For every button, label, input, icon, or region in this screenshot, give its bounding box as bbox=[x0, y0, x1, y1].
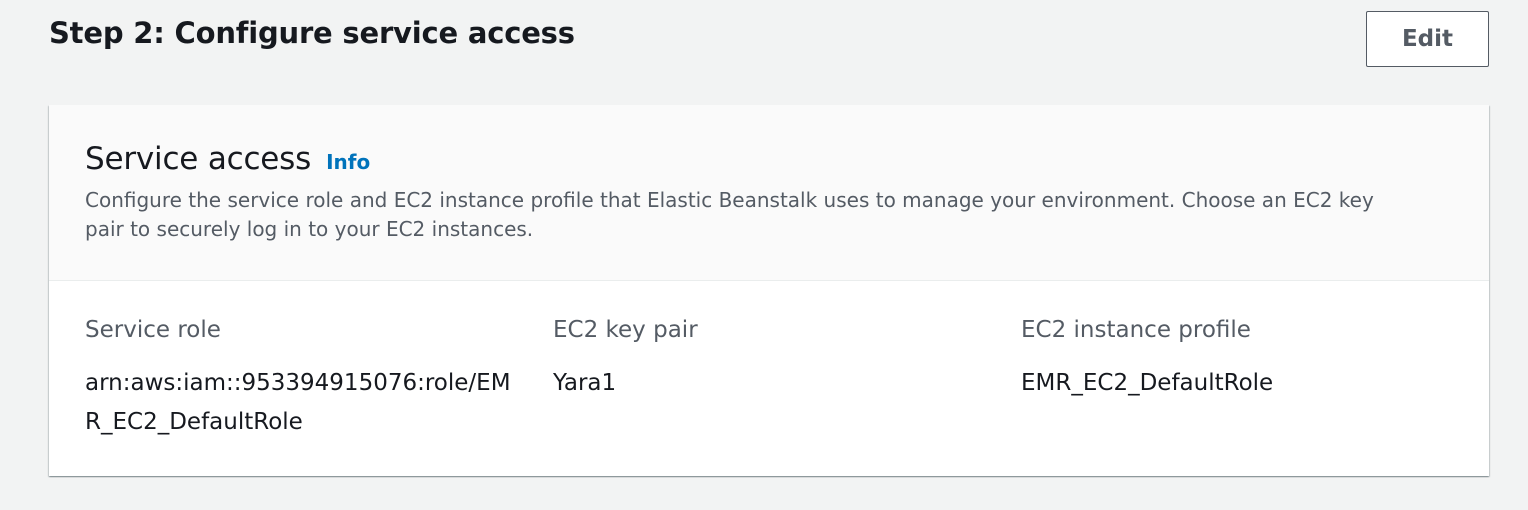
section-description: Configure the service role and EC2 insta… bbox=[85, 188, 1374, 241]
details-grid: Service role arn:aws:iam::953394915076:r… bbox=[85, 314, 1485, 454]
detail-value: arn:aws:iam::953394915076:role/EMR_EC2_D… bbox=[85, 370, 511, 435]
detail-service-role: Service role arn:aws:iam::953394915076:r… bbox=[85, 314, 525, 442]
detail-ec2-key-pair: EC2 key pair Yara1 bbox=[553, 314, 993, 403]
info-link[interactable]: Info bbox=[326, 150, 370, 174]
detail-label: EC2 instance profile bbox=[1021, 317, 1251, 343]
detail-value: EMR_EC2_DefaultRole bbox=[1021, 370, 1274, 396]
step-header: Step 2: Configure service access Edit bbox=[49, 0, 1489, 90]
container-header: Service access Info Configure the servic… bbox=[49, 105, 1489, 281]
service-access-container: Service access Info Configure the servic… bbox=[49, 105, 1489, 476]
detail-value: Yara1 bbox=[553, 370, 617, 396]
detail-label: Service role bbox=[85, 317, 221, 343]
detail-ec2-instance-profile: EC2 instance profile EMR_EC2_DefaultRole bbox=[1021, 314, 1461, 403]
step-title: Step 2: Configure service access bbox=[49, 16, 575, 50]
section-title: Service access bbox=[85, 141, 312, 177]
detail-label: EC2 key pair bbox=[553, 317, 698, 343]
section-title-row: Service access Info bbox=[85, 141, 370, 177]
edit-button[interactable]: Edit bbox=[1366, 11, 1489, 67]
